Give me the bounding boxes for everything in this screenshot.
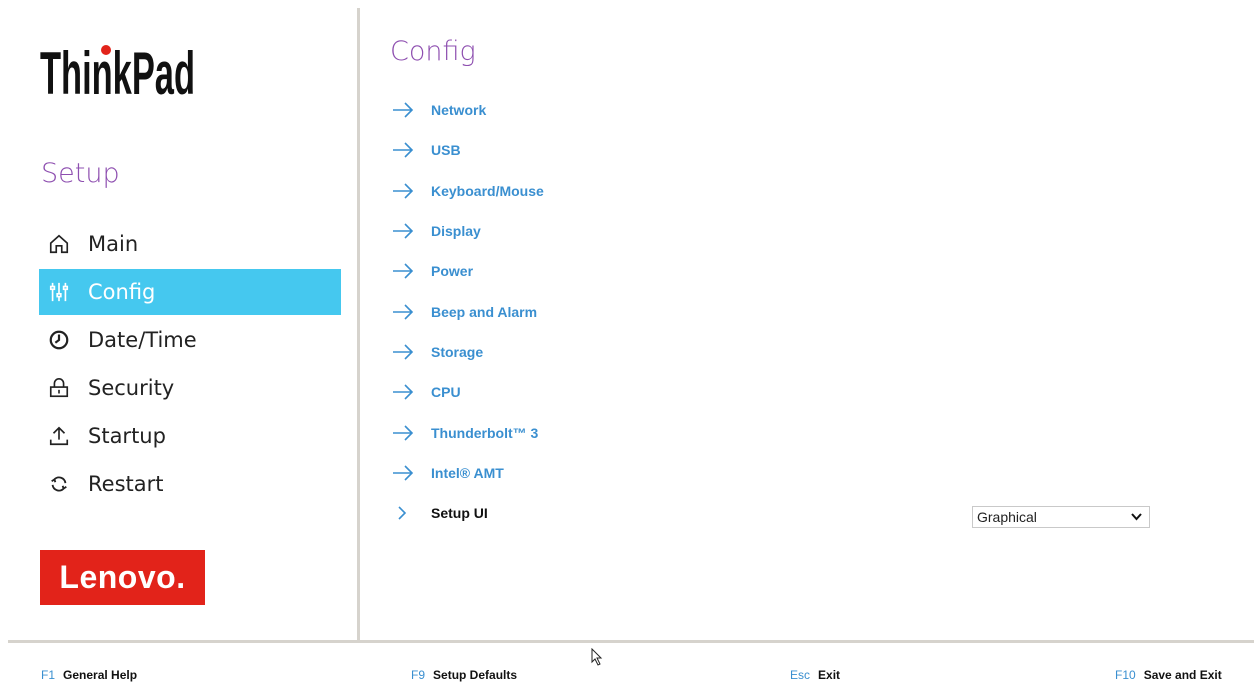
setup-heading: Setup: [41, 158, 120, 189]
chevron-right-icon: [392, 503, 416, 523]
footer-label: Setup Defaults: [433, 668, 518, 682]
footer-bar: F1 General Help F9 Setup Defaults Esc Ex…: [0, 668, 1260, 684]
sliders-icon: [47, 280, 71, 304]
submenu-label: Display: [431, 223, 481, 240]
arrow-right-icon: [392, 181, 416, 201]
thinkpad-wordmark: ThinkPad: [40, 40, 195, 102]
submenu-network[interactable]: Network: [392, 90, 1212, 130]
sidebar-item-config[interactable]: Config: [39, 269, 341, 315]
footer-label: General Help: [63, 668, 138, 682]
clock-icon: [47, 328, 71, 352]
submenu-label: Keyboard/Mouse: [431, 182, 544, 199]
arrow-right-icon: [392, 342, 416, 362]
lenovo-logo: Lenovo.: [40, 550, 205, 605]
setting-label: Setup UI: [431, 505, 488, 522]
submenu-label: Network: [431, 102, 487, 119]
thinkpad-red-dot: [101, 45, 111, 55]
submenu-label: Thunderbolt™ 3: [431, 424, 539, 441]
upload-icon: [47, 424, 71, 448]
footer-key: F10: [1115, 668, 1136, 682]
sidebar-item-startup[interactable]: Startup: [39, 412, 341, 460]
submenu-keyboard-mouse[interactable]: Keyboard/Mouse: [392, 171, 1212, 211]
sidebar-item-label: Security: [88, 376, 175, 400]
arrow-right-icon: [392, 140, 416, 160]
arrow-right-icon: [392, 302, 416, 322]
thinkpad-logo: ThinkPad: [40, 40, 195, 102]
mouse-cursor-icon: [591, 648, 603, 666]
footer-help[interactable]: F1 General Help: [41, 668, 137, 682]
home-icon: [47, 232, 71, 256]
vertical-divider: [357, 8, 360, 642]
sidebar-item-label: Restart: [88, 472, 164, 496]
sidebar-item-datetime[interactable]: Date/Time: [39, 316, 341, 364]
sidebar-item-label: Date/Time: [88, 328, 197, 352]
horizontal-divider: [8, 640, 1254, 643]
submenu-label: CPU: [431, 384, 461, 401]
submenu-label: Intel® AMT: [431, 464, 504, 481]
setup-ui-select-value: Graphical: [977, 509, 1037, 525]
sidebar-item-label: Startup: [88, 424, 166, 448]
submenu-storage[interactable]: Storage: [392, 332, 1212, 372]
refresh-icon: [47, 472, 71, 496]
sidebar-item-main[interactable]: Main: [39, 220, 341, 268]
arrow-right-icon: [392, 382, 416, 402]
submenu-intel-amt[interactable]: Intel® AMT: [392, 453, 1212, 493]
sidebar-item-label: Main: [88, 232, 139, 256]
arrow-right-icon: [392, 261, 416, 281]
setup-ui-select[interactable]: Graphical: [972, 506, 1150, 528]
submenu-cpu[interactable]: CPU: [392, 372, 1212, 412]
arrow-right-icon: [392, 100, 416, 120]
submenu-usb[interactable]: USB: [392, 130, 1212, 170]
arrow-right-icon: [392, 463, 416, 483]
sidebar-item-restart[interactable]: Restart: [39, 460, 341, 508]
submenu-label: Beep and Alarm: [431, 303, 538, 320]
submenu-label: USB: [431, 142, 461, 159]
footer-label: Exit: [818, 668, 841, 682]
footer-label: Save and Exit: [1143, 668, 1222, 682]
submenu-display[interactable]: Display: [392, 211, 1212, 251]
footer-key: F9: [411, 668, 426, 682]
footer-key: Esc: [790, 668, 811, 682]
footer-save-exit[interactable]: F10 Save and Exit: [1115, 668, 1222, 682]
footer-setup-defaults[interactable]: F9 Setup Defaults: [411, 668, 517, 682]
arrow-right-icon: [392, 221, 416, 241]
lock-icon: [47, 376, 71, 400]
footer-key: F1: [41, 668, 56, 682]
submenu-label: Power: [431, 263, 474, 280]
page-title: Config: [390, 36, 476, 67]
submenu-power[interactable]: Power: [392, 251, 1212, 291]
sidebar-nav: Main Config Date/Time Security Startup R…: [39, 220, 341, 508]
chevron-down-icon: [1131, 513, 1142, 521]
submenu-label: Storage: [431, 343, 484, 360]
lenovo-wordmark: Lenovo.: [59, 559, 186, 595]
footer-exit[interactable]: Esc Exit: [790, 668, 840, 682]
arrow-right-icon: [392, 423, 416, 443]
submenu-beep-alarm[interactable]: Beep and Alarm: [392, 291, 1212, 331]
sidebar-item-security[interactable]: Security: [39, 364, 341, 412]
sidebar-item-label: Config: [88, 280, 156, 304]
config-menu: Network USB Keyboard/Mouse Display Power…: [392, 90, 1212, 533]
submenu-thunderbolt[interactable]: Thunderbolt™ 3: [392, 412, 1212, 452]
